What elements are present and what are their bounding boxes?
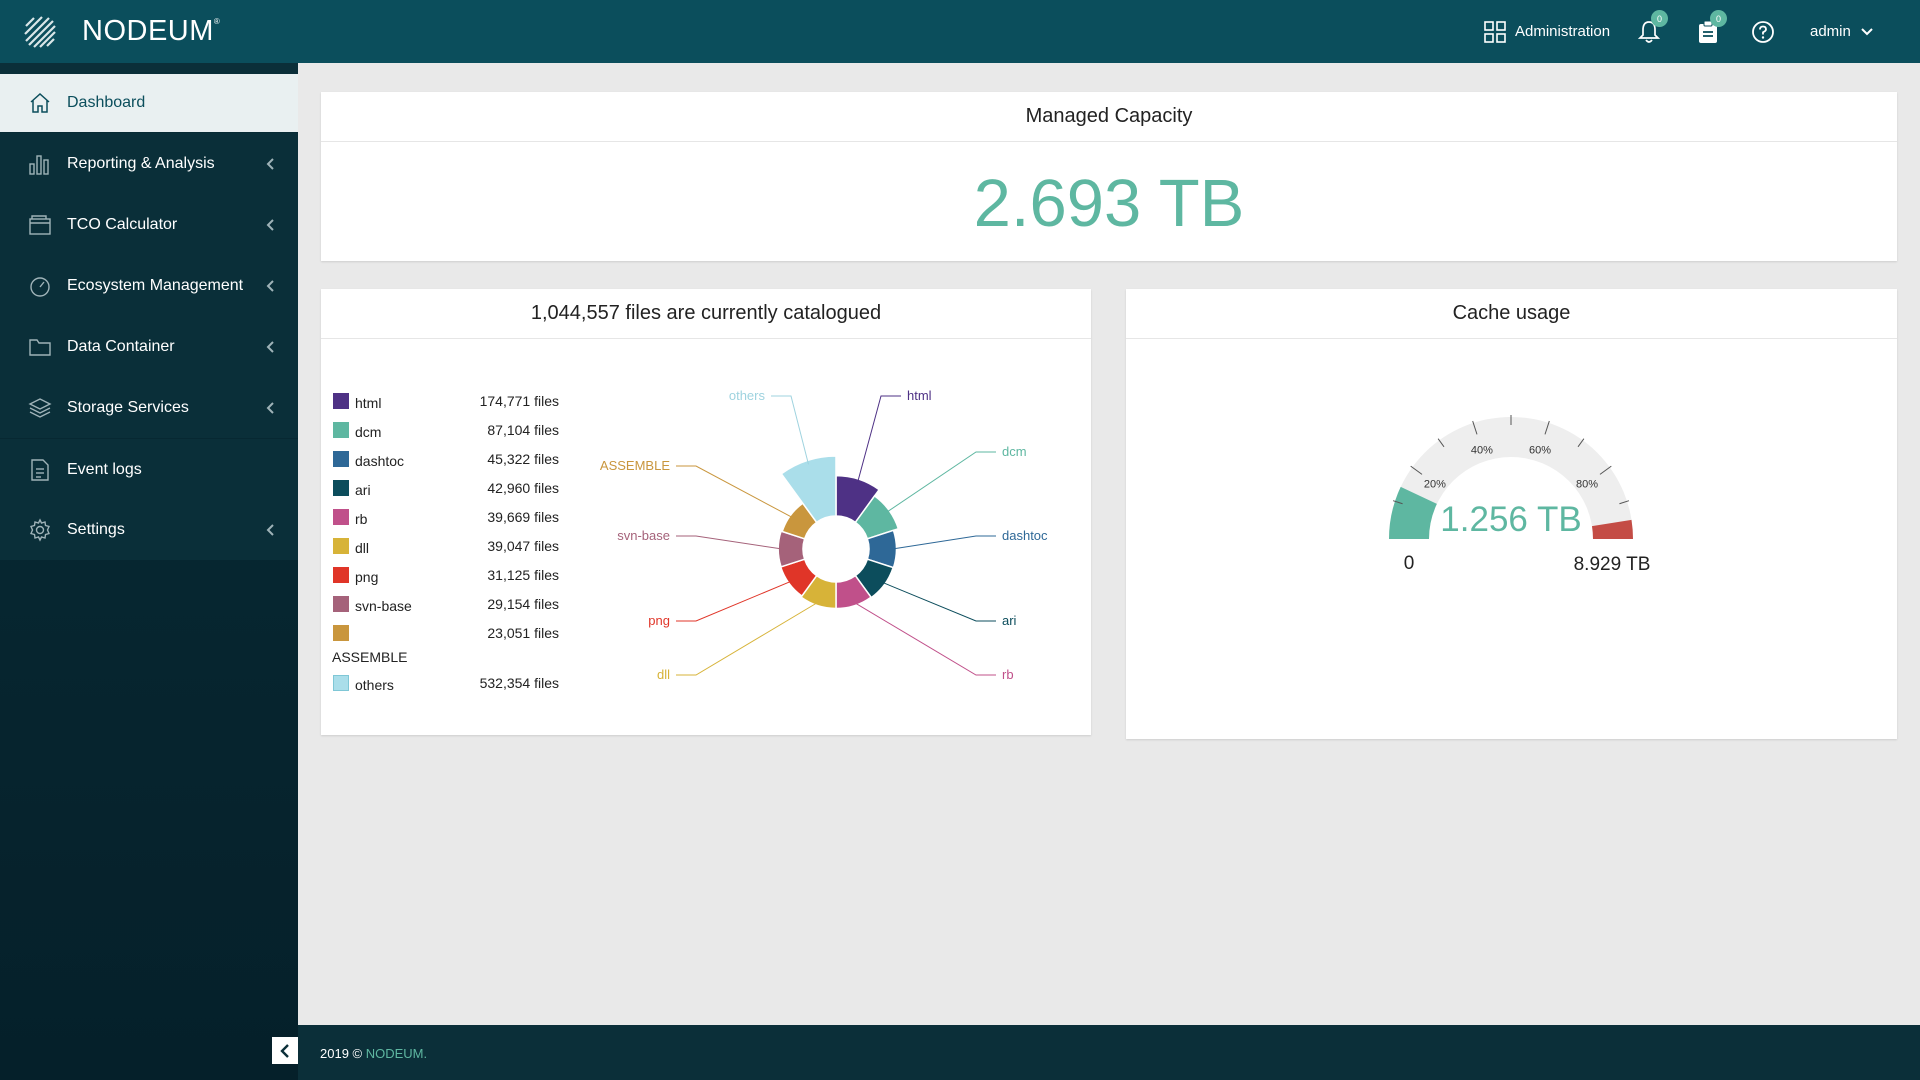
gauge-tick-label: 60% bbox=[1529, 445, 1551, 457]
sidebar-item-storage-services[interactable]: Storage Services bbox=[0, 377, 298, 438]
user-menu[interactable]: admin bbox=[1810, 0, 1873, 63]
sidebar-item-label: Event logs bbox=[67, 460, 142, 478]
pie-slice-label: html bbox=[907, 388, 932, 403]
footer: 2019 © NODEUM. bbox=[298, 1025, 1920, 1080]
footer-brand-link[interactable]: NODEUM. bbox=[366, 1046, 427, 1061]
collapse-sidebar-button[interactable] bbox=[272, 1037, 298, 1064]
wallet-icon bbox=[29, 215, 51, 235]
sidebar-item-data-container[interactable]: Data Container bbox=[0, 316, 298, 377]
chevron-down-icon bbox=[1861, 27, 1873, 35]
sidebar-item-label: Data Container bbox=[67, 337, 175, 355]
sidebar-item-label: Dashboard bbox=[67, 94, 146, 111]
pie-slice-label: ASSEMBLE bbox=[600, 458, 670, 473]
home-icon bbox=[30, 92, 50, 113]
pie-label-line bbox=[771, 395, 809, 465]
cache-usage-card: Cache usage 20% 40% 60% 80% 1.256 TB 0 8.929 T… bbox=[1126, 289, 1897, 739]
tasks-badge: 0 bbox=[1710, 10, 1727, 27]
file-type-pie-chart: html dcm dashtoc ari rb dll png svn-base ASSEMBL… bbox=[600, 388, 1048, 682]
tasks-button[interactable]: 0 bbox=[1697, 0, 1727, 63]
footer-copyright: 2019 © NODEUM. bbox=[320, 1046, 428, 1061]
chevron-left-icon bbox=[280, 1043, 289, 1058]
card-title: Cache usage bbox=[1126, 289, 1897, 339]
sidebar-item-event-logs[interactable]: Event logs bbox=[0, 439, 298, 500]
pie-label-line bbox=[892, 535, 996, 550]
managed-capacity-value: 2.693 TB bbox=[973, 166, 1245, 241]
sidebar-item-label: Reporting & Analysis bbox=[67, 154, 215, 172]
gauge-tick-label: 80% bbox=[1576, 479, 1598, 491]
notifications-badge: 0 bbox=[1651, 10, 1668, 27]
sidebar-item-reporting[interactable]: Reporting & Analysis bbox=[0, 133, 298, 194]
folder-icon bbox=[29, 339, 51, 356]
sidebar-item-label: Ecosystem Management bbox=[67, 276, 244, 294]
document-icon bbox=[31, 459, 49, 481]
sidebar-item-settings[interactable]: Settings bbox=[0, 499, 298, 560]
gauge-value: 1.256 TB bbox=[1440, 500, 1581, 539]
cache-usage-gauge: 20% 40% 60% 80% 1.256 TB 0 8.929 TB bbox=[1389, 415, 1651, 575]
pie-slice-others[interactable] bbox=[780, 455, 837, 524]
chevron-left-icon bbox=[266, 158, 274, 170]
pie-slice-label: dll bbox=[657, 667, 670, 682]
pie-slice-label: dashtoc bbox=[1002, 528, 1048, 543]
sidebar-item-label: Settings bbox=[67, 520, 125, 538]
pie-label-line bbox=[676, 465, 794, 519]
notifications-button[interactable]: 0 bbox=[1638, 0, 1668, 63]
gauge-icon bbox=[30, 277, 50, 297]
sidebar-item-ecosystem-management[interactable]: Ecosystem Management bbox=[0, 255, 298, 316]
pie-slice-label: others bbox=[729, 388, 766, 403]
pie-slice-label: svn-base bbox=[617, 528, 670, 543]
pie-label-line bbox=[885, 451, 996, 514]
gear-icon bbox=[30, 518, 50, 542]
pie-slice-label: dcm bbox=[1002, 444, 1027, 459]
sidebar-item-label: Storage Services bbox=[67, 398, 189, 416]
chevron-left-icon bbox=[266, 219, 274, 231]
gauge-max-label: 8.929 TB bbox=[1574, 554, 1651, 575]
sidebar-item-tco-calculator[interactable]: TCO Calculator bbox=[0, 194, 298, 255]
chevron-left-icon bbox=[266, 402, 274, 414]
top-bar: NODEUM® Administration 0 0 admin bbox=[0, 0, 1920, 63]
layers-icon bbox=[28, 398, 52, 418]
pie-slice-label: ari bbox=[1002, 613, 1017, 628]
pie-label-line bbox=[676, 535, 783, 550]
chevron-left-icon bbox=[266, 524, 274, 536]
help-button[interactable] bbox=[1751, 0, 1775, 63]
help-icon bbox=[1752, 20, 1774, 43]
pie-label-line bbox=[676, 601, 820, 676]
pie-label-line bbox=[881, 581, 996, 622]
chevron-left-icon bbox=[266, 341, 274, 353]
managed-capacity-card: Managed Capacity 2.693 TB bbox=[321, 92, 1897, 261]
grid-icon bbox=[1484, 20, 1506, 43]
pie-label-line bbox=[676, 580, 793, 622]
sidebar-item-label: TCO Calculator bbox=[67, 215, 178, 233]
administration-link[interactable]: Administration bbox=[1484, 0, 1610, 63]
pie-slice-label: png bbox=[648, 613, 670, 628]
chevron-left-icon bbox=[266, 280, 274, 292]
pie-slice-label: rb bbox=[1002, 667, 1014, 682]
card-title: Managed Capacity bbox=[321, 92, 1897, 142]
pie-label-line bbox=[852, 601, 996, 676]
bar-chart-icon bbox=[29, 155, 49, 175]
card-title: 1,044,557 files are currently catalogued bbox=[321, 289, 1091, 339]
sidebar-item-dashboard[interactable]: Dashboard bbox=[0, 74, 298, 132]
gauge-tick-label: 40% bbox=[1471, 445, 1493, 457]
files-catalogued-card: 1,044,557 files are currently catalogued… bbox=[321, 289, 1091, 735]
brand-name[interactable]: NODEUM® bbox=[82, 15, 220, 48]
user-name: admin bbox=[1810, 23, 1851, 40]
pie-label-line bbox=[856, 395, 901, 484]
nodeum-logo-icon[interactable] bbox=[20, 12, 60, 52]
gauge-tick-label: 20% bbox=[1424, 479, 1446, 491]
administration-label: Administration bbox=[1515, 23, 1611, 40]
gauge-min-label: 0 bbox=[1404, 553, 1415, 574]
